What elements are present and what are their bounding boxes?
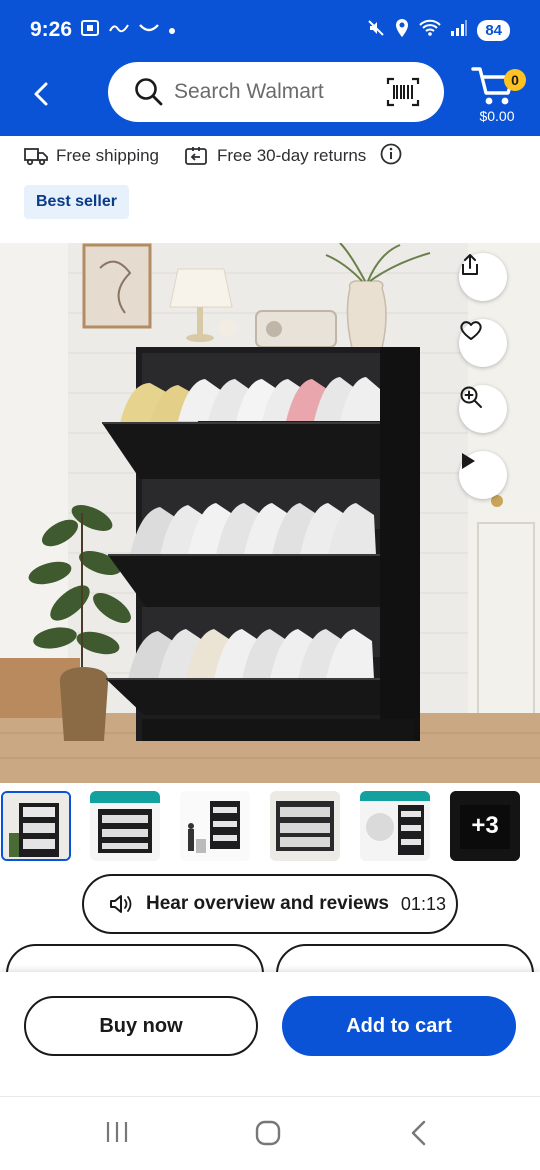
- best-seller-badge: Best seller: [24, 185, 129, 219]
- free-shipping-label: Free shipping: [56, 146, 160, 165]
- home-icon[interactable]: [254, 1119, 282, 1152]
- thumbnail-3[interactable]: [180, 791, 250, 861]
- app-header: 9:26 84 Search Walmart 0 $0.00: [0, 0, 540, 136]
- free-returns: Free 30-day returns: [185, 146, 366, 166]
- wifi-icon: [419, 19, 442, 42]
- partial-button-left[interactable]: [6, 944, 264, 972]
- signal-icon: [450, 20, 468, 41]
- barcode-scan-icon[interactable]: [386, 76, 420, 113]
- dot-icon: [168, 22, 176, 40]
- thumbnail-4[interactable]: [270, 791, 340, 861]
- speaker-icon: [110, 895, 132, 913]
- truck-icon: [24, 148, 48, 166]
- recents-icon[interactable]: [104, 1119, 130, 1150]
- cart-total: $0.00: [479, 108, 515, 124]
- thumbnail-2[interactable]: [90, 791, 160, 861]
- nav-back-icon[interactable]: [406, 1119, 430, 1152]
- hear-overview-button[interactable]: Hear overview and reviews 01:13: [82, 874, 458, 934]
- more-images-count: +3: [450, 791, 520, 861]
- product-image[interactable]: [0, 243, 540, 783]
- add-to-cart-button[interactable]: Add to cart: [282, 996, 516, 1056]
- hear-overview-label: Hear overview and reviews: [146, 893, 389, 914]
- status-system-icons: 84: [367, 18, 510, 43]
- search-input[interactable]: [174, 76, 374, 108]
- play-icon: [462, 453, 475, 469]
- smile-icon: [138, 21, 160, 40]
- back-button[interactable]: [26, 78, 58, 110]
- system-nav-bar: [0, 1096, 540, 1170]
- favorite-button[interactable]: [459, 319, 507, 367]
- purchase-action-bar: Buy now Add to cart: [0, 972, 540, 1096]
- cart-button[interactable]: 0 $0.00: [468, 64, 526, 128]
- return-icon: [185, 147, 207, 165]
- info-icon[interactable]: [380, 143, 402, 170]
- heart-icon: [460, 321, 482, 340]
- buy-now-button[interactable]: Buy now: [24, 996, 258, 1056]
- cart-count-badge: 0: [504, 69, 526, 91]
- share-icon: [462, 254, 478, 275]
- screenshot-icon: [80, 18, 100, 43]
- thumbnail-strip: +3: [0, 788, 540, 864]
- thumbnail-1[interactable]: [1, 791, 71, 861]
- shipping-info-row: Free shipping Free 30-day returns: [24, 142, 402, 170]
- back-icon: [34, 82, 48, 106]
- share-button[interactable]: [459, 253, 507, 301]
- mute-icon: [367, 19, 385, 42]
- partial-button-right[interactable]: [276, 944, 534, 972]
- free-shipping: Free shipping: [24, 146, 159, 166]
- battery-indicator: 84: [477, 20, 510, 41]
- partial-buttons-row: [0, 944, 540, 972]
- location-icon: [394, 18, 410, 43]
- play-video-button[interactable]: [459, 451, 507, 499]
- free-returns-label: Free 30-day returns: [217, 146, 367, 165]
- hear-overview-duration: 01:13: [400, 893, 446, 914]
- zoom-button[interactable]: [459, 385, 507, 433]
- search-bar[interactable]: [108, 62, 444, 122]
- thumbnail-more[interactable]: +3: [450, 791, 520, 861]
- wave-icon: [108, 21, 130, 40]
- thumbnail-5[interactable]: [360, 791, 430, 861]
- zoom-icon: [460, 386, 482, 408]
- status-bar: 9:26 84: [0, 0, 540, 62]
- search-icon: [134, 76, 164, 113]
- status-time: 9:26: [30, 18, 73, 41]
- status-notification-icons: [80, 18, 176, 43]
